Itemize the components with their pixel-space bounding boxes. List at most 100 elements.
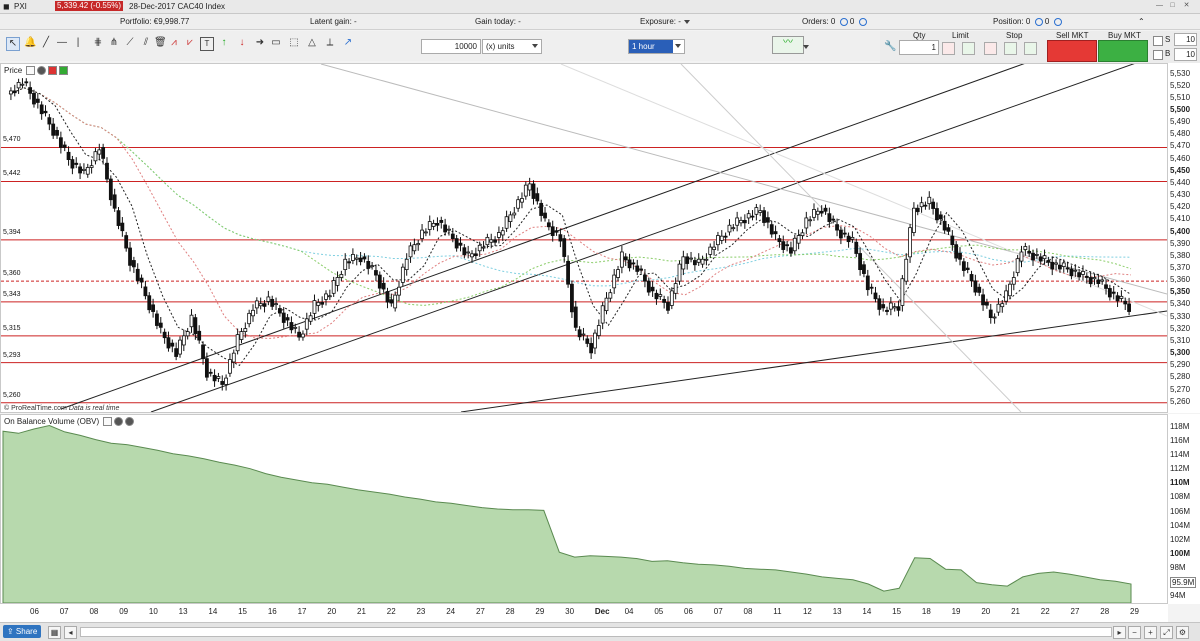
- calendar-icon[interactable]: ▦: [48, 626, 61, 639]
- qty-input[interactable]: 1: [899, 40, 939, 55]
- drawing-toolbar: ↖ 🔔 ╱ — | ⋕ ⋔ ⟋ ⫽ 🗑 ⩘ ⩗ T ↑ ↓ ➜ ▭ ⬚ △ ⟂ …: [0, 31, 880, 61]
- timeframe-select[interactable]: 1 hour: [628, 39, 685, 54]
- position-status-icon: [1034, 17, 1043, 26]
- title-bar: ◼ PXI 5,339.42 (-0.55%) 28-Dec-2017 CAC4…: [0, 0, 1200, 14]
- candle-body: [477, 244, 482, 252]
- candle-body: [812, 209, 816, 218]
- wave-tool-icon[interactable]: ⩗: [184, 37, 196, 49]
- fibonacci-icon[interactable]: ⋕: [92, 37, 104, 49]
- share-button[interactable]: ⇪ Share: [3, 625, 42, 638]
- timeframe-label: 1 hour: [629, 40, 673, 53]
- scroll-left-icon[interactable]: ◂: [64, 626, 77, 639]
- candle-body: [82, 168, 86, 171]
- triangle-icon[interactable]: △: [306, 37, 318, 49]
- candle-body: [112, 194, 117, 209]
- s-input[interactable]: 10: [1174, 33, 1197, 46]
- candle-body: [566, 260, 570, 285]
- maximize-icon[interactable]: □: [1168, 2, 1177, 10]
- right-arrow-icon[interactable]: ➜: [254, 37, 266, 49]
- candle-body: [439, 219, 444, 223]
- buy-market-button[interactable]: [1098, 40, 1148, 62]
- trash-icon[interactable]: 🗑: [154, 37, 167, 49]
- candle-body: [1123, 300, 1128, 305]
- bell-alert-icon[interactable]: 🔔: [24, 37, 36, 49]
- stop-extra-icon[interactable]: [1024, 42, 1037, 55]
- stop-label: Stop: [1006, 31, 1023, 40]
- text-tool-icon[interactable]: T: [200, 37, 214, 51]
- zoom-fit-icon[interactable]: ⤢: [1160, 626, 1173, 639]
- indicator-dropdown-icon[interactable]: [803, 45, 809, 49]
- candle-body: [819, 210, 824, 214]
- horizontal-scrollbar[interactable]: [80, 627, 1112, 637]
- candle-body: [708, 246, 713, 255]
- candle-body: [143, 286, 148, 297]
- candle-body: [139, 277, 144, 283]
- color-icon[interactable]: [48, 66, 58, 76]
- obv-chart-panel[interactable]: On Balance Volume (OBV): [0, 414, 1168, 604]
- close-panel-icon[interactable]: [37, 66, 47, 76]
- stop-buy-icon[interactable]: [1004, 42, 1017, 55]
- rectangle-select-icon[interactable]: ⬚: [288, 37, 300, 49]
- obv-current-value: 95.9M: [1170, 577, 1197, 588]
- line-tool-icon[interactable]: ╱: [40, 37, 52, 49]
- orders-link-icon[interactable]: [858, 17, 867, 26]
- zigzag-tool-icon[interactable]: ⩘: [168, 37, 180, 49]
- units-select[interactable]: (x) units: [482, 39, 542, 54]
- candle-body: [470, 253, 474, 258]
- b-checkbox[interactable]: [1153, 50, 1163, 60]
- wrench-icon[interactable]: 🔧: [884, 41, 896, 53]
- limit-sell-icon[interactable]: [942, 42, 955, 55]
- close-icon[interactable]: ✕: [1182, 2, 1191, 10]
- diagonal-arrow-icon[interactable]: ↗: [342, 37, 354, 49]
- stop-sell-icon[interactable]: [984, 42, 997, 55]
- sell-arrow-icon[interactable]: ↓: [236, 37, 248, 49]
- price-chart-svg[interactable]: [1, 64, 1167, 412]
- scroll-right-icon[interactable]: ▸: [1113, 626, 1126, 639]
- quantity-input[interactable]: 10000: [421, 39, 481, 54]
- minimize-icon[interactable]: —: [1155, 2, 1164, 10]
- candle-body: [197, 330, 202, 341]
- rectangle-icon[interactable]: ▭: [270, 37, 282, 49]
- wrench-icon[interactable]: [26, 66, 36, 76]
- time-tick: 20: [981, 607, 991, 616]
- buy-arrow-icon[interactable]: ↑: [218, 37, 230, 49]
- obv-chart-svg[interactable]: [1, 415, 1167, 603]
- b-input[interactable]: 10: [1174, 48, 1197, 61]
- time-tick: 18: [921, 607, 931, 616]
- zoom-out-icon[interactable]: −: [1128, 626, 1141, 639]
- collapse-chevron-icon[interactable]: ⌃: [1138, 17, 1145, 26]
- candle-body: [604, 297, 609, 312]
- price-axis[interactable]: 5,530 5,520 5,510 5,500 5,490 5,480 5,470 5,460…: [1168, 63, 1200, 413]
- s-checkbox[interactable]: [1153, 36, 1163, 46]
- candle-body: [773, 231, 778, 235]
- time-tick: 09: [119, 607, 129, 616]
- channel-icon[interactable]: ⫽: [140, 37, 152, 49]
- settings-icon[interactable]: ⚙: [1176, 626, 1189, 639]
- vertical-line-icon[interactable]: |: [72, 37, 84, 49]
- close-panel-icon[interactable]: [114, 417, 124, 427]
- candle-body: [739, 219, 743, 224]
- obv-axis[interactable]: 118M 116M 114M 112M 110M 108M 106M 104M 102M 100M…: [1168, 414, 1200, 604]
- indicator-chart-icon[interactable]: 〰: [772, 36, 804, 54]
- candle-body: [58, 137, 63, 148]
- wrench-icon[interactable]: [103, 417, 113, 427]
- limit-buy-icon[interactable]: [962, 42, 975, 55]
- gann-fan-icon[interactable]: ⟋: [124, 37, 136, 49]
- sell-market-button[interactable]: [1047, 40, 1097, 62]
- candle-body: [646, 280, 651, 293]
- portfolio-value: Portfolio: €9,998.77: [120, 17, 190, 26]
- pitchfork-icon[interactable]: ⋔: [108, 37, 120, 49]
- candle-body: [93, 151, 98, 162]
- time-axis[interactable]: 06 07 08 09 10 13 14 15 16 17 20 21 22 23 24 27 28 29 30 De…: [0, 604, 1168, 622]
- cursor-tool-icon[interactable]: ↖: [6, 37, 20, 51]
- price-chart-panel[interactable]: Price 5,470 5,442 5,394 5,360 5,343 5,315 5,29…: [0, 63, 1168, 413]
- zoom-in-icon[interactable]: +: [1144, 626, 1157, 639]
- horizontal-line-icon[interactable]: —: [56, 37, 68, 49]
- remove-panel-icon[interactable]: [125, 417, 135, 427]
- candle-body: [896, 306, 901, 311]
- add-indicator-icon[interactable]: [59, 66, 69, 76]
- candle-body: [858, 253, 863, 271]
- measure-icon[interactable]: ⟂: [324, 37, 336, 49]
- position-link-icon[interactable]: [1053, 17, 1062, 26]
- exposure-dropdown-icon[interactable]: [683, 19, 690, 24]
